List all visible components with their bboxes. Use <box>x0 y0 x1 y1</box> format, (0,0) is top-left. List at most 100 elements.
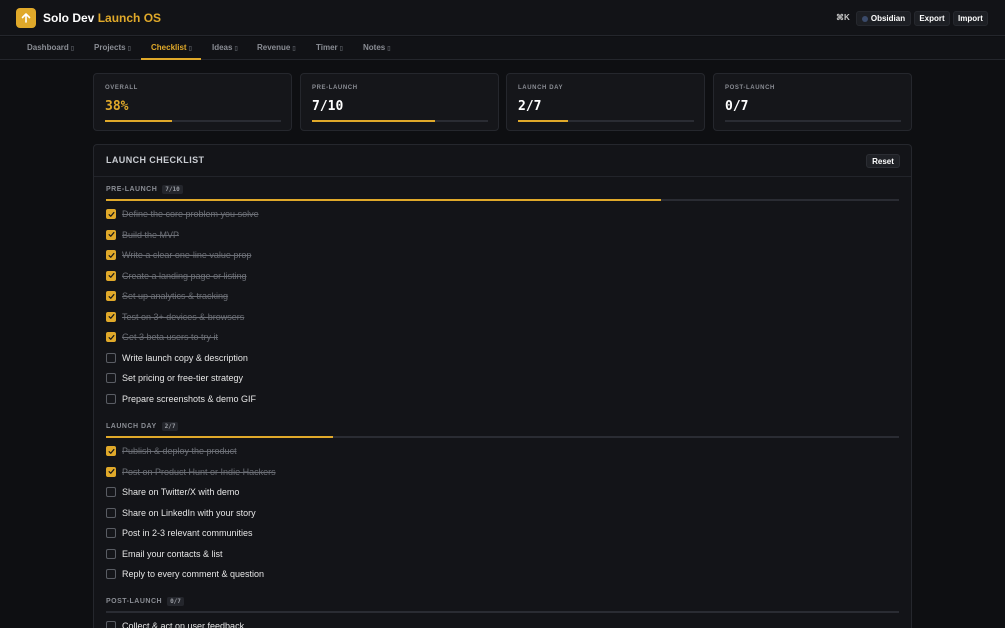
checkbox[interactable] <box>106 332 116 342</box>
stat-progress-fill <box>105 120 172 122</box>
stat-card-overall: OVERALL 38% <box>93 73 292 131</box>
stat-label: POST-LAUNCH <box>725 85 775 91</box>
checkbox[interactable] <box>106 507 116 518</box>
checkbox[interactable] <box>106 548 116 559</box>
checkbox[interactable] <box>106 311 116 322</box>
checklist-item-label: Share on LinkedIn with your story <box>122 507 256 518</box>
checkbox[interactable] <box>106 229 116 240</box>
checklist-item[interactable]: Set up analytics & tracking <box>106 290 228 302</box>
export-button[interactable]: Export <box>914 11 950 26</box>
section-progress-track <box>106 611 899 613</box>
checklist-item[interactable]: Define the core problem you solve <box>106 208 259 220</box>
checklist-item-label: Create a landing page or listing <box>122 270 247 281</box>
checkmark-icon <box>108 334 114 340</box>
tab-notes[interactable]: Notes ▯ <box>363 43 391 52</box>
checklist-item-label: Test on 3+ devices & browsers <box>122 311 245 322</box>
checkbox[interactable] <box>106 621 116 628</box>
checklist-item-label: Email your contacts & list <box>122 548 223 559</box>
stat-label: OVERALL <box>105 85 138 91</box>
checkbox[interactable] <box>106 393 116 404</box>
app-logo <box>16 8 36 28</box>
checkbox[interactable] <box>106 373 116 383</box>
checkbox[interactable] <box>106 569 116 579</box>
command-palette-shortcut[interactable]: ⌘K <box>836 13 850 22</box>
obsidian-button-label: Obsidian <box>870 14 906 23</box>
checkbox[interactable] <box>106 352 116 363</box>
section-header-launch-day: LAUNCH DAY 2/7 <box>106 422 179 431</box>
section-header-pre-launch: PRE-LAUNCH 7/10 <box>106 185 183 194</box>
section-title: POST-LAUNCH <box>106 598 163 605</box>
import-button[interactable]: Import <box>953 11 988 26</box>
checklist-item-label: Write a clear one-line value prop <box>122 250 252 260</box>
checklist-item-label: Set pricing or free-tier strategy <box>122 373 244 383</box>
checkbox[interactable] <box>106 446 116 456</box>
stat-progress-track <box>725 120 901 122</box>
tab-label: Ideas <box>212 43 233 52</box>
checklist-item[interactable]: Get 3 beta users to try it <box>106 331 218 343</box>
checklist-item[interactable]: Build the MVP <box>106 229 179 241</box>
tab-revenue[interactable]: Revenue ▯ <box>257 43 296 52</box>
checklist-item[interactable]: Write launch copy & description <box>106 352 248 364</box>
checklist-item[interactable]: Post in 2-3 relevant communities <box>106 527 253 539</box>
section-header-post-launch: POST-LAUNCH 0/7 <box>106 597 184 606</box>
section-progress-track <box>106 436 899 438</box>
checkmark-icon <box>108 313 114 319</box>
section-count-badge: 0/7 <box>167 597 184 606</box>
checklist-item[interactable]: Test on 3+ devices & browsers <box>106 311 244 323</box>
checkbox[interactable] <box>106 487 116 497</box>
stat-label: PRE-LAUNCH <box>312 85 358 91</box>
tab-label: Timer <box>316 43 338 52</box>
reset-button[interactable]: Reset <box>866 154 900 168</box>
checkbox[interactable] <box>106 291 116 301</box>
checklist-item[interactable]: Prepare screenshots & demo GIF <box>106 393 256 405</box>
checklist-item[interactable]: Reply to every comment & question <box>106 568 264 580</box>
checklist-item[interactable]: Publish & deploy the product <box>106 445 237 457</box>
tab-label: Checklist <box>151 43 187 52</box>
checklist-item[interactable]: Create a landing page or listing <box>106 270 247 282</box>
app-title: Solo Dev Launch OS <box>43 11 161 25</box>
stat-progress-fill <box>518 120 569 122</box>
tab-ideas[interactable]: Ideas ▯ <box>212 43 238 52</box>
checkmark-icon <box>108 468 114 474</box>
tab-projects[interactable]: Projects ▯ <box>94 43 131 52</box>
stat-progress-track <box>105 120 281 122</box>
checkbox[interactable] <box>106 528 116 538</box>
checkmark-icon <box>108 293 114 299</box>
checklist-item[interactable]: Set pricing or free-tier strategy <box>106 372 243 384</box>
checklist-item[interactable]: Share on LinkedIn with your story <box>106 507 256 519</box>
checklist-item-label: Post in 2-3 relevant communities <box>122 528 253 538</box>
panel-divider <box>94 176 911 177</box>
checklist-item-label: Collect & act on user feedback <box>122 621 245 628</box>
checkmark-icon <box>108 231 114 237</box>
checkbox[interactable] <box>106 250 116 260</box>
checkbox[interactable] <box>106 466 116 477</box>
checklist-item-label: Reply to every comment & question <box>122 569 265 579</box>
obsidian-button[interactable]: Obsidian <box>856 11 911 26</box>
checkbox[interactable] <box>106 270 116 281</box>
stat-value: 7/10 <box>312 99 344 114</box>
tab-checklist[interactable]: Checklist ▯ <box>151 43 192 52</box>
obsidian-icon <box>861 15 868 22</box>
tab-label: Revenue <box>257 43 291 52</box>
stat-value: 2/7 <box>518 99 542 114</box>
checklist-item[interactable]: Email your contacts & list <box>106 548 223 560</box>
checkmark-icon <box>108 272 114 278</box>
checklist-item-label: Share on Twitter/X with demo <box>122 487 240 497</box>
section-progress-fill <box>106 199 662 201</box>
checklist-item-label: Post on Product Hunt or Indie Hackers <box>122 466 276 477</box>
stat-card-post-launch: POST-LAUNCH 0/7 <box>713 73 912 131</box>
brand-primary: Solo Dev <box>43 11 95 25</box>
checkbox[interactable] <box>106 209 116 219</box>
checklist-item[interactable]: Collect & act on user feedback <box>106 620 244 628</box>
checklist-item[interactable]: Write a clear one-line value prop <box>106 249 251 261</box>
chevron-icon: ▯ <box>70 46 75 52</box>
launch-checklist-panel: LAUNCH CHECKLIST Reset PRE-LAUNCH 7/10 Def… <box>93 144 912 628</box>
panel-title: LAUNCH CHECKLIST <box>106 155 205 165</box>
checklist-item-label: Set up analytics & tracking <box>122 291 229 301</box>
checklist-item[interactable]: Post on Product Hunt or Indie Hackers <box>106 466 276 478</box>
tab-dashboard[interactable]: Dashboard ▯ <box>27 43 74 52</box>
stat-value: 0/7 <box>725 99 749 114</box>
tab-timer[interactable]: Timer ▯ <box>316 43 343 52</box>
checklist-item[interactable]: Share on Twitter/X with demo <box>106 486 239 498</box>
export-button-label: Export <box>919 14 945 23</box>
